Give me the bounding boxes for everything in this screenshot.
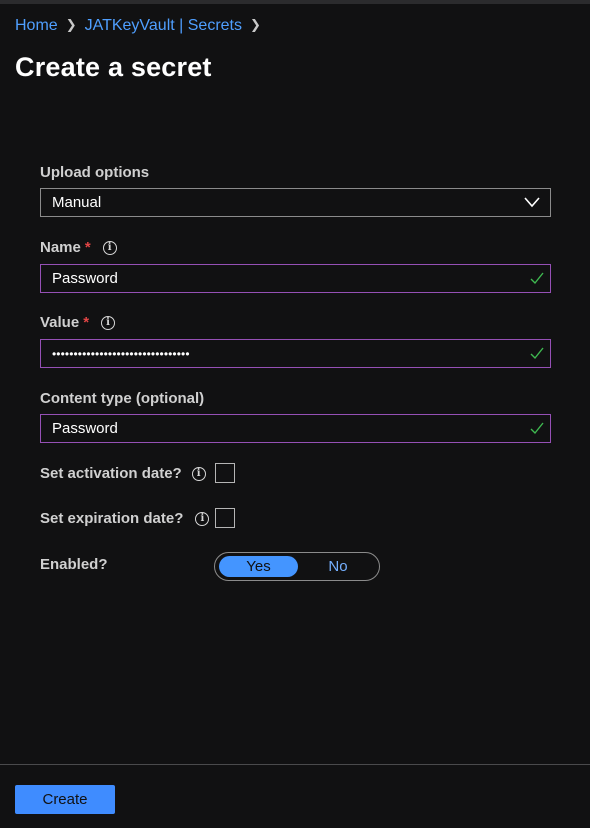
- info-icon[interactable]: i: [195, 511, 210, 526]
- activation-date-label-text: Set activation date?: [40, 465, 182, 482]
- enabled-no-option[interactable]: No: [302, 556, 374, 577]
- name-input[interactable]: Password: [40, 264, 551, 293]
- name-input-value: Password: [52, 270, 118, 287]
- required-asterisk: *: [84, 239, 91, 256]
- breadcrumb: Home ❯ JATKeyVault | Secrets ❯: [15, 17, 261, 35]
- check-icon: [530, 272, 544, 285]
- required-asterisk: *: [83, 314, 90, 331]
- content-type-label-text: Content type (optional): [40, 390, 205, 407]
- upload-options-dropdown[interactable]: Manual: [40, 188, 551, 217]
- chevron-right-icon: ❯: [65, 17, 77, 32]
- upload-options-label-text: Upload options: [40, 164, 150, 181]
- chevron-right-icon: ❯: [250, 17, 261, 32]
- value-password-input[interactable]: ••••••••••••••••••••••••••••••••: [40, 339, 551, 368]
- upload-options-value: Manual: [52, 194, 102, 211]
- expiration-date-label: Set expiration date? i: [40, 510, 210, 527]
- create-button[interactable]: Create: [15, 785, 115, 814]
- check-icon: [530, 347, 544, 360]
- info-icon[interactable]: i: [102, 240, 117, 255]
- name-label: Name * i: [40, 239, 117, 256]
- name-label-text: Name: [40, 239, 81, 256]
- content-type-value: Password: [52, 420, 118, 437]
- value-label: Value * i: [40, 314, 116, 331]
- breadcrumb-secrets[interactable]: JATKeyVault | Secrets: [85, 17, 242, 35]
- upload-options-label: Upload options: [40, 164, 149, 181]
- info-icon[interactable]: i: [101, 315, 116, 330]
- chevron-down-icon: [524, 197, 540, 208]
- top-border: [0, 0, 590, 4]
- content-type-input[interactable]: Password: [40, 414, 551, 443]
- expiration-date-checkbox[interactable]: [215, 508, 235, 528]
- breadcrumb-home[interactable]: Home: [15, 17, 58, 35]
- check-icon: [530, 422, 544, 435]
- enabled-label: Enabled?: [40, 556, 108, 573]
- content-type-label: Content type (optional): [40, 390, 204, 407]
- info-icon[interactable]: i: [191, 466, 206, 481]
- footer-divider: [0, 764, 590, 765]
- value-label-text: Value: [40, 314, 80, 331]
- expiration-date-label-text: Set expiration date?: [40, 510, 184, 527]
- enabled-label-text: Enabled?: [40, 556, 108, 573]
- enabled-toggle: Yes No: [214, 552, 380, 581]
- activation-date-label: Set activation date? i: [40, 465, 206, 482]
- enabled-yes-option[interactable]: Yes: [219, 556, 298, 577]
- activation-date-checkbox[interactable]: [215, 463, 235, 483]
- page-title: Create a secret: [15, 52, 212, 82]
- masked-password: ••••••••••••••••••••••••••••••••: [52, 347, 190, 361]
